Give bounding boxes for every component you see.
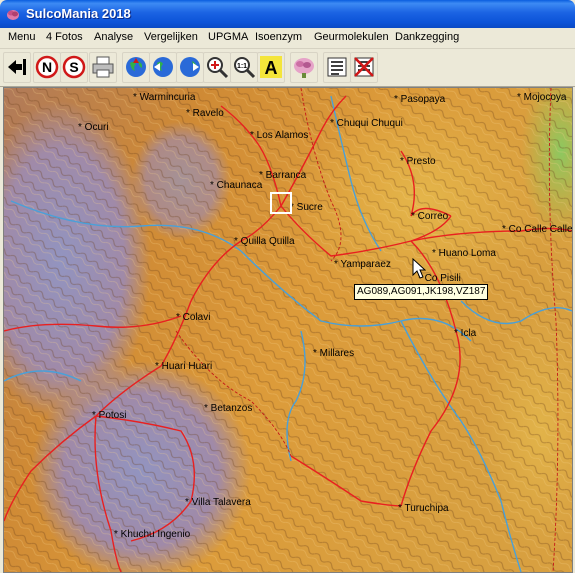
- place-huano-loma[interactable]: * Huano Loma: [432, 248, 496, 260]
- place-pasopaya[interactable]: * Pasopaya: [394, 94, 445, 106]
- place-turuchipa[interactable]: * Turuchipa: [398, 503, 449, 515]
- no-list-button[interactable]: [350, 52, 378, 83]
- globe-right-icon: [180, 57, 200, 77]
- menu-isoenzym[interactable]: Isoenzym: [255, 31, 302, 43]
- menu-dankzegging[interactable]: Dankzegging: [395, 31, 459, 43]
- text-button[interactable]: A: [257, 52, 285, 83]
- zoom-in-icon: [207, 57, 229, 79]
- zoom-1-1-button[interactable]: 1:1: [230, 52, 258, 83]
- place-ravelo[interactable]: * Ravelo: [186, 108, 224, 120]
- toolbar: N S 1:1 A: [0, 50, 575, 87]
- print-icon: [92, 56, 114, 78]
- globe-left-icon: [153, 57, 173, 77]
- menu-menu[interactable]: Menu: [8, 31, 36, 43]
- menu-4-fotos[interactable]: 4 Fotos: [46, 31, 83, 43]
- text-a-icon: A: [260, 56, 282, 78]
- place-sucre[interactable]: * Sucre: [290, 202, 323, 214]
- list-button[interactable]: [323, 52, 351, 83]
- window-title: SulcoMania 2018: [26, 6, 131, 21]
- place-villa-talavera[interactable]: * Villa Talavera: [185, 497, 251, 509]
- selected-location-marker[interactable]: [270, 192, 292, 214]
- flower-icon: [294, 58, 314, 78]
- s-circle-icon: S: [62, 55, 86, 79]
- place-yamparaez[interactable]: * Yamparaez: [334, 259, 391, 271]
- zoom-1-1-icon: 1:1: [234, 57, 256, 79]
- app-icon: [7, 10, 19, 20]
- globe-button[interactable]: [122, 52, 150, 83]
- place-barranca[interactable]: * Barranca: [259, 170, 306, 182]
- place-quilla-quilla[interactable]: * Quilla Quilla: [234, 236, 295, 248]
- back-arrow-icon: [8, 59, 26, 75]
- menu-bar: Menu 4 Fotos Analyse Vergelijken UPGMA I…: [0, 28, 575, 49]
- place-huari-huari[interactable]: * Huari Huari: [155, 361, 212, 373]
- globe-left-button[interactable]: [149, 52, 177, 83]
- place-millares[interactable]: * Millares: [313, 348, 354, 360]
- list-icon: [327, 57, 347, 77]
- place-colavi[interactable]: * Colavi: [176, 312, 210, 324]
- flower-button[interactable]: [290, 52, 318, 83]
- place-icla[interactable]: * Icla: [454, 328, 476, 340]
- svg-text:A: A: [265, 58, 278, 78]
- menu-upgma[interactable]: UPGMA: [208, 31, 248, 43]
- s-button[interactable]: S: [60, 52, 88, 83]
- print-button[interactable]: [89, 52, 117, 83]
- place-chaunaca[interactable]: * Chaunaca: [210, 180, 262, 192]
- globe-icon: [126, 57, 146, 77]
- svg-text:N: N: [42, 59, 52, 75]
- place-correo[interactable]: * Correo: [411, 211, 448, 223]
- back-button[interactable]: [3, 52, 31, 83]
- menu-vergelijken[interactable]: Vergelijken: [144, 31, 198, 43]
- zoom-in-button[interactable]: [203, 52, 231, 83]
- menu-analyse[interactable]: Analyse: [94, 31, 133, 43]
- menu-geurmolekulen[interactable]: Geurmolekulen: [314, 31, 389, 43]
- svg-text:1:1: 1:1: [237, 63, 247, 70]
- n-button[interactable]: N: [33, 52, 61, 83]
- place-mojocoya[interactable]: * Mojocoya: [517, 92, 566, 104]
- place-potosi[interactable]: * Potosi: [92, 410, 126, 422]
- place-co-calle-calle[interactable]: * Co Calle Calle: [502, 224, 572, 236]
- place-los-alamos[interactable]: * Los Alamos: [250, 130, 308, 142]
- title-bar[interactable]: SulcoMania 2018: [0, 0, 575, 28]
- map-view[interactable]: * Warmincuria * Pasopaya * Mojocoya * Ra…: [3, 87, 573, 573]
- place-betanzos[interactable]: * Betanzos: [204, 403, 252, 415]
- place-presto[interactable]: * Presto: [400, 156, 436, 168]
- app-window: SulcoMania 2018 Menu 4 Fotos Analyse Ver…: [0, 0, 575, 573]
- globe-right-button[interactable]: [176, 52, 204, 83]
- place-khuchu-ingenio[interactable]: * Khuchu Ingenio: [114, 529, 190, 541]
- place-chuqui-chuqui[interactable]: * Chuqui Chuqui: [330, 118, 403, 130]
- map-tooltip: AG089,AG091,JK198,VZ187: [354, 284, 489, 300]
- terrain-ridges: [4, 88, 572, 572]
- place-warmincuria[interactable]: * Warmincuria: [133, 92, 195, 104]
- mouse-pointer-icon: [412, 258, 426, 279]
- no-list-icon: [354, 57, 374, 77]
- terrain-map[interactable]: [4, 88, 572, 572]
- place-ocuri[interactable]: * Ocuri: [78, 122, 109, 134]
- n-circle-icon: N: [35, 55, 59, 79]
- svg-text:S: S: [69, 59, 78, 75]
